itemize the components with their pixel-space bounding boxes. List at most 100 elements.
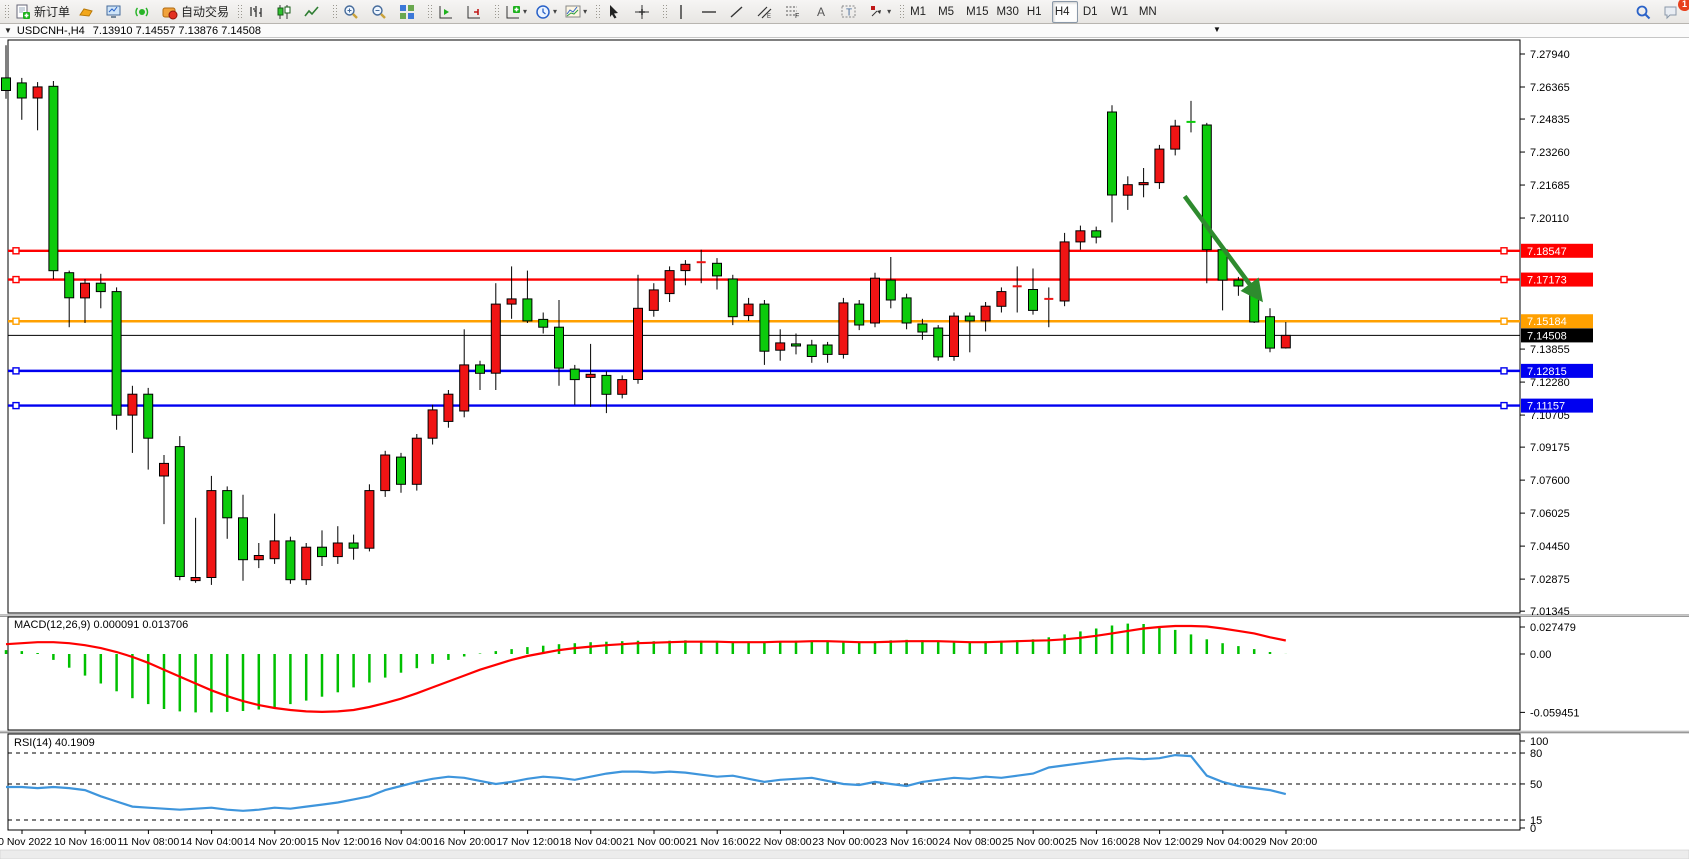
- toolbar-grip[interactable]: [595, 4, 600, 20]
- vertical-line-button[interactable]: [670, 1, 696, 23]
- tf-mn[interactable]: MN: [1136, 1, 1162, 23]
- price-tick-label: 7.23260: [1530, 147, 1570, 159]
- price-tick-label: 7.24835: [1530, 114, 1570, 126]
- fibo-icon: F: [785, 4, 801, 20]
- macd-pane[interactable]: [8, 617, 1520, 730]
- signals-icon[interactable]: [131, 1, 157, 23]
- tf-w1[interactable]: W1: [1108, 1, 1134, 23]
- svg-text:10 Nov 2022: 10 Nov 2022: [0, 836, 52, 848]
- svg-text:0: 0: [1530, 823, 1536, 835]
- svg-text:7.11157: 7.11157: [1527, 401, 1565, 413]
- tf-h1[interactable]: H1: [1024, 1, 1050, 23]
- chart-area[interactable]: 7.27940 7.26365 7.24835 7.23260 7.21685 7.201…: [0, 38, 1689, 859]
- line-handle: [13, 318, 19, 324]
- svg-text:7.14508: 7.14508: [1527, 330, 1567, 342]
- svg-text:F: F: [795, 13, 799, 20]
- textT-icon: T: [841, 4, 857, 20]
- chevron-down-icon: ▾: [553, 7, 557, 16]
- price-tick-label: 7.21685: [1530, 180, 1570, 192]
- tf-m5[interactable]: M5: [935, 1, 961, 23]
- indicators-icon: [505, 4, 521, 20]
- tf-m1[interactable]: M1: [907, 1, 933, 23]
- new-order-button[interactable]: 新订单: [12, 1, 73, 23]
- zoom-out-button[interactable]: [368, 1, 394, 23]
- cursor-button[interactable]: [603, 1, 629, 23]
- candlestick-chart-button[interactable]: [273, 1, 299, 23]
- zoom-in-button[interactable]: [340, 1, 366, 23]
- tf-d1[interactable]: D1: [1080, 1, 1106, 23]
- horizontal-line-button[interactable]: [698, 1, 724, 23]
- text-button[interactable]: A: [810, 1, 836, 23]
- chart-shift-button[interactable]: [435, 1, 461, 23]
- arrows-button[interactable]: ▾: [866, 1, 894, 23]
- fibonacci-button[interactable]: F: [782, 1, 808, 23]
- toolbar-grip[interactable]: [662, 4, 667, 20]
- line-handle: [1501, 368, 1507, 374]
- templates-button[interactable]: ▾: [562, 1, 590, 23]
- gold-icon: [78, 4, 94, 20]
- price-tick-label: 7.04450: [1530, 541, 1570, 553]
- svg-text:11 Nov 08:00: 11 Nov 08:00: [118, 836, 180, 848]
- autotrading-button[interactable]: 自动交易: [159, 1, 232, 23]
- line-chart-button[interactable]: [301, 1, 327, 23]
- svg-text:0.027479: 0.027479: [1530, 622, 1576, 634]
- linechart-icon: [304, 4, 320, 20]
- monitor-icon: [106, 4, 122, 20]
- crosshair-button[interactable]: [631, 1, 657, 23]
- price-tick-label: 7.12280: [1530, 377, 1570, 389]
- terminal-icon[interactable]: [103, 1, 129, 23]
- tiles-icon: [399, 4, 415, 20]
- channel-button[interactable]: E: [754, 1, 780, 23]
- template-icon: [565, 4, 581, 20]
- chat-button[interactable]: 1: [1660, 1, 1686, 23]
- svg-text:29 Nov 04:00: 29 Nov 04:00: [1192, 836, 1255, 848]
- text-label-button[interactable]: T: [838, 1, 864, 23]
- price-tick-label: 7.20110: [1530, 213, 1569, 225]
- new-order-button-label: 新订单: [34, 3, 70, 20]
- hline-icon: [701, 4, 717, 20]
- tf-m30[interactable]: M30: [993, 1, 1021, 23]
- zoomout-icon: [371, 4, 387, 20]
- svg-text:25 Nov 16:00: 25 Nov 16:00: [1065, 836, 1128, 848]
- gold-icon[interactable]: [75, 1, 101, 23]
- toolbar-grip[interactable]: [332, 4, 337, 20]
- toolbar-grip[interactable]: [494, 4, 499, 20]
- bar-chart-button[interactable]: [245, 1, 271, 23]
- svg-text:100: 100: [1530, 736, 1548, 748]
- auto-scroll-button[interactable]: [463, 1, 489, 23]
- svg-text:16 Nov 20:00: 16 Nov 20:00: [433, 836, 496, 848]
- shift-icon: [438, 4, 454, 20]
- chart-shift-marker-icon[interactable]: ▼: [1213, 25, 1221, 34]
- periods-button[interactable]: ▾: [532, 1, 560, 23]
- price-tick-label: 7.27940: [1530, 49, 1570, 61]
- tile-windows-button[interactable]: [396, 1, 422, 23]
- tf-h1-label: H1: [1027, 6, 1042, 18]
- price-tick-label: 7.26365: [1530, 82, 1570, 94]
- toolbar-grip[interactable]: [4, 4, 9, 20]
- svg-text:15 Nov 12:00: 15 Nov 12:00: [307, 836, 370, 848]
- tf-h4[interactable]: H4: [1052, 1, 1078, 23]
- trendline-button[interactable]: [726, 1, 752, 23]
- line-handle: [1501, 277, 1507, 283]
- svg-text:80: 80: [1530, 748, 1542, 760]
- line-handle: [1501, 318, 1507, 324]
- search-button[interactable]: [1632, 1, 1658, 23]
- tf-m15[interactable]: M15: [963, 1, 991, 23]
- toolbar-grip[interactable]: [237, 4, 242, 20]
- toolbar-grip[interactable]: [427, 4, 432, 20]
- svg-text:18 Nov 04:00: 18 Nov 04:00: [560, 836, 623, 848]
- main-toolbar: 新订单 自动交易 ▾ ▾ ▾ E F AT ▾ M1M5M15M30 H1 H4D1W1MN 1: [0, 0, 1689, 24]
- svg-text:21 Nov 00:00: 21 Nov 00:00: [623, 836, 686, 848]
- svg-text:7.12815: 7.12815: [1527, 366, 1567, 378]
- bars-icon: [248, 4, 264, 20]
- rsi-label: RSI(14) 40.1909: [14, 737, 95, 749]
- indicators-button[interactable]: ▾: [502, 1, 530, 23]
- svg-text:0.00: 0.00: [1530, 649, 1551, 661]
- svg-text:21 Nov 16:00: 21 Nov 16:00: [686, 836, 749, 848]
- autoscroll-icon: [466, 4, 482, 20]
- one-click-expander-icon[interactable]: ▼: [4, 26, 12, 35]
- svg-text:14 Nov 04:00: 14 Nov 04:00: [180, 836, 243, 848]
- price-tick-label: 7.02875: [1530, 574, 1570, 586]
- toolbar-grip[interactable]: [899, 4, 904, 20]
- svg-text:7.18547: 7.18547: [1527, 246, 1567, 258]
